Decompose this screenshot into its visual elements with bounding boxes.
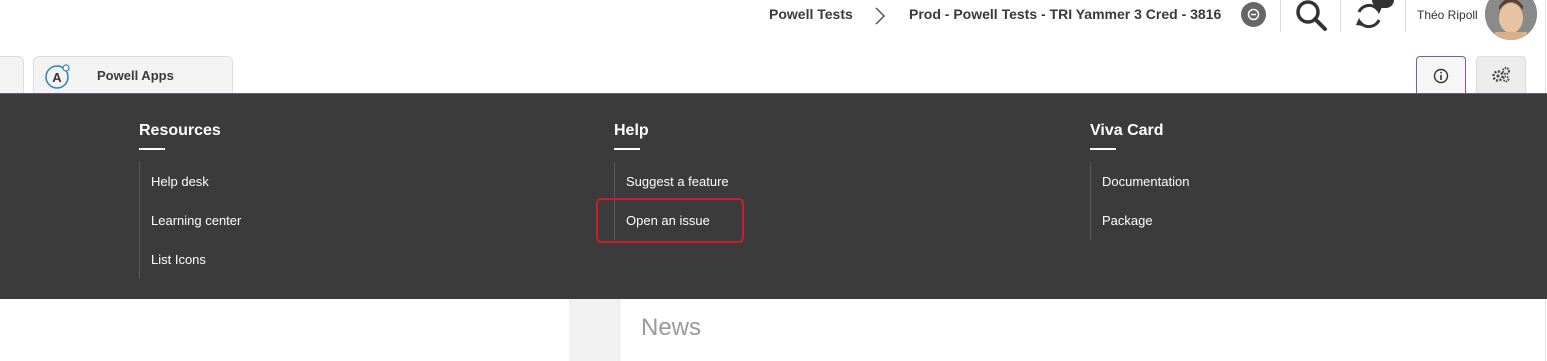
- tab-settings[interactable]: [1476, 56, 1526, 93]
- divider: [1405, 0, 1406, 32]
- breadcrumb-item-site[interactable]: Powell Tests: [769, 6, 853, 22]
- title-underline: [614, 148, 640, 150]
- menu-link-documentation[interactable]: Documentation: [1091, 162, 1390, 201]
- top-bar: Powell Tests Prod - Powell Tests - TRI Y…: [0, 0, 1547, 44]
- app-logo-icon: A: [45, 64, 70, 89]
- menu-link-list: Help desk Learning center List Icons: [139, 162, 439, 279]
- menu-column-title: Resources: [139, 122, 221, 139]
- page: Powell Tests Prod - Powell Tests - TRI Y…: [0, 0, 1547, 361]
- tab-info[interactable]: [1416, 56, 1466, 94]
- highlight-annotation: [596, 198, 744, 243]
- chevron-right-icon: [875, 7, 886, 25]
- tab-previous[interactable]: [0, 56, 24, 93]
- breadcrumb-item-current-site[interactable]: Prod - Powell Tests - TRI Yammer 3 Cred …: [909, 6, 1221, 22]
- menu-link-help-desk[interactable]: Help desk: [140, 162, 439, 201]
- menu-link-package[interactable]: Package: [1091, 201, 1390, 240]
- news-card: [621, 299, 1521, 361]
- svg-text:A: A: [52, 70, 62, 85]
- circle-nav-button[interactable]: [1241, 2, 1266, 27]
- search-icon[interactable]: [1294, 0, 1328, 32]
- circle-nav-icon: [1247, 8, 1260, 21]
- menu-link-list-icons[interactable]: List Icons: [140, 240, 439, 279]
- user-name[interactable]: Théo Ripoll: [1417, 8, 1478, 22]
- gears-icon: [1492, 67, 1510, 83]
- avatar-image: [1485, 0, 1537, 40]
- menu-link-list: Documentation Package: [1090, 162, 1390, 240]
- menu-link-suggest-feature[interactable]: Suggest a feature: [615, 162, 914, 201]
- title-underline: [139, 148, 165, 150]
- avatar[interactable]: [1485, 0, 1537, 40]
- info-icon: [1433, 68, 1449, 83]
- notification-badge: [1372, 0, 1394, 8]
- menu-column-title: Viva Card: [1090, 122, 1164, 139]
- menu-column-resources: Resources Help desk Learning center List…: [139, 122, 439, 279]
- tab-label: Powell Apps: [97, 68, 174, 83]
- title-underline: [1090, 148, 1116, 150]
- divider: [1280, 0, 1281, 32]
- tab-powell-apps[interactable]: A Powell Apps: [33, 56, 233, 93]
- news-title: News: [641, 314, 702, 341]
- menu-link-learning-center[interactable]: Learning center: [140, 201, 439, 240]
- divider: [1340, 0, 1341, 32]
- help-menu-panel: Resources Help desk Learning center List…: [0, 93, 1547, 299]
- menu-column-viva-card: Viva Card Documentation Package: [1090, 122, 1390, 240]
- menu-column-title: Help: [614, 122, 649, 139]
